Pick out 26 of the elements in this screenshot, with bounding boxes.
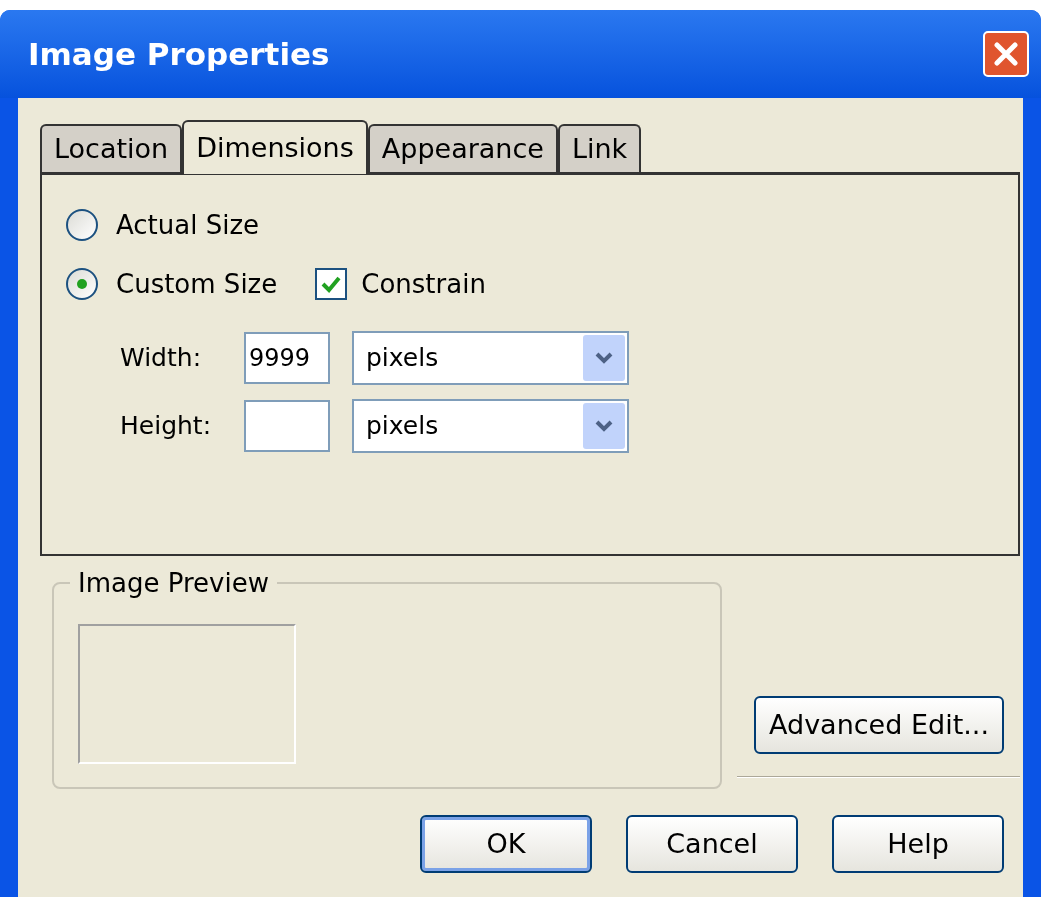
input-field[interactable]: 9999 [244,332,330,384]
advanced-edit-button[interactable]: Advanced Edit... [754,696,1004,754]
dropdown[interactable]: pixels [352,399,629,453]
input-field[interactable] [244,400,330,452]
dialog-button[interactable]: Cancel [626,815,798,873]
check-icon [321,275,342,293]
field-label: Height: [120,410,213,443]
close-icon [992,40,1020,68]
window-title: Image Properties [28,34,330,74]
field-label: Width: [120,342,203,375]
radio-button[interactable] [66,268,98,300]
checkbox-label: Constrain [361,267,486,301]
radio-button[interactable] [66,209,98,241]
close-button[interactable] [983,31,1029,77]
radio-label: Actual Size [116,208,260,242]
tab[interactable]: Appearance [367,124,558,172]
tab[interactable]: Link [557,124,642,172]
checkbox[interactable] [315,268,348,300]
dialog-button[interactable]: Help [832,815,1004,873]
tab[interactable]: Location [40,124,183,172]
chevron-down-icon [594,351,614,365]
dialog-button[interactable]: OK [420,815,592,873]
chevron-down-icon [594,419,614,433]
tab[interactable]: Dimensions [182,120,368,174]
radio-label: Custom Size [116,267,278,301]
dropdown[interactable]: pixels [352,331,629,385]
